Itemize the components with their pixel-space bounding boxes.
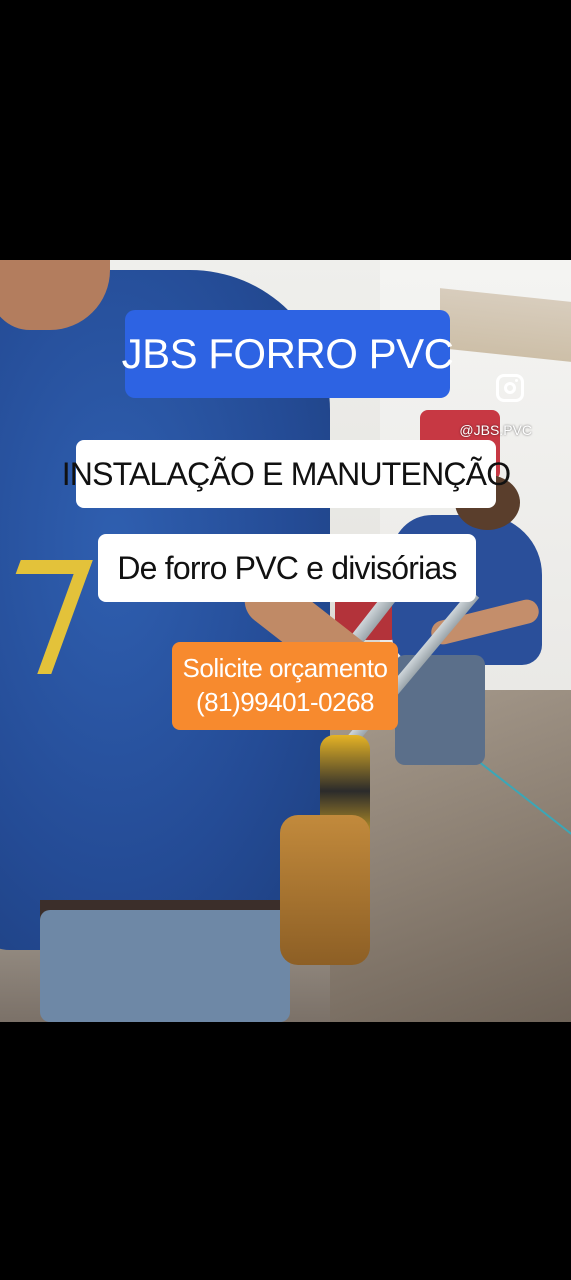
cta-phone: (81)99401-0268 <box>195 687 375 717</box>
main-worker-pants <box>40 910 290 1022</box>
instagram-handle: @JBS.PVC <box>459 422 532 438</box>
title-badge: JBS FORRO PVC <box>122 310 454 398</box>
instagram-icon <box>496 374 524 402</box>
video-screen: JBS FORRO PVC @JBS.PVC INSTALAÇÃO E MANU… <box>0 0 571 1280</box>
service-badge: INSTALAÇÃO E MANUTENÇÃO <box>62 440 511 508</box>
tool-belt <box>280 815 370 965</box>
cta-text: Solicite orçamento <box>182 653 388 684</box>
shirt-logo-shape <box>0 560 93 674</box>
subtitle-badge: De forro PVC e divisórias <box>98 534 476 602</box>
cta-badge: Solicite orçamento (81)99401-0268 <box>172 642 398 730</box>
